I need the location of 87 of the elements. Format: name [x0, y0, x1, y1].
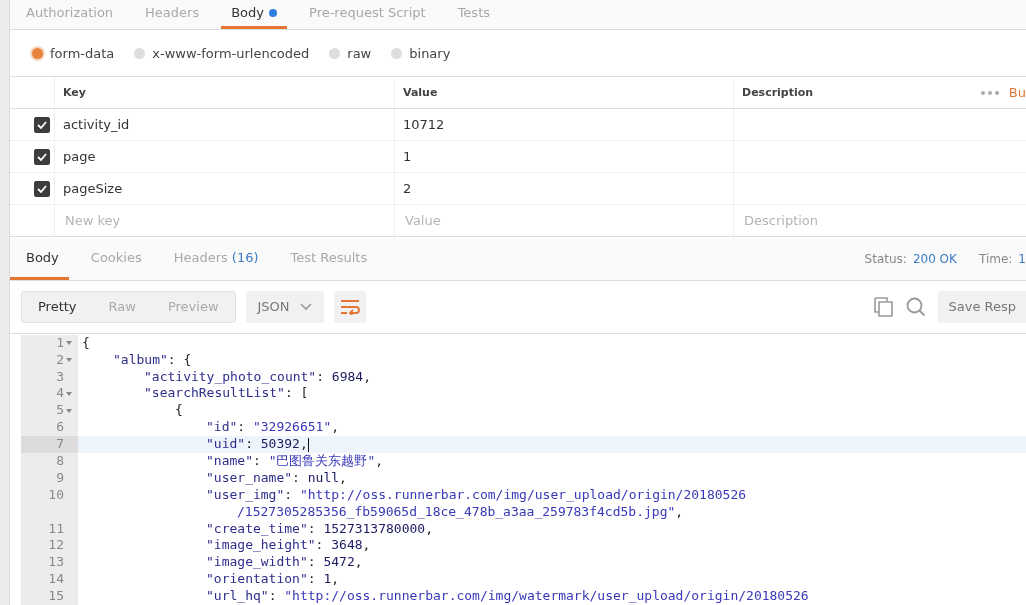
checkbox[interactable]	[34, 180, 50, 197]
line-number: 2	[56, 351, 64, 369]
param-value: 2	[403, 181, 412, 197]
line-number: 1	[56, 334, 64, 352]
param-key: pageSize	[63, 181, 123, 197]
checkbox[interactable]	[34, 148, 50, 165]
line-number: 3	[56, 368, 64, 386]
view-mode-button[interactable]: Pretty	[22, 291, 93, 322]
value-input[interactable]: Value	[403, 212, 704, 230]
radio-icon[interactable]	[134, 47, 146, 59]
fold-caret-icon[interactable]	[66, 391, 72, 396]
code-line: {	[81, 334, 90, 352]
radio-icon[interactable]	[32, 47, 43, 59]
code-line: "id": "32926651",	[205, 419, 340, 437]
request-tab[interactable]: Body	[221, 0, 287, 29]
code-line: "name": "巴图鲁关东越野",	[205, 453, 384, 470]
request-tab[interactable]: Authorization	[16, 0, 124, 29]
line-number: 12	[48, 537, 64, 555]
body-mode-radio[interactable]: form-data	[32, 45, 115, 61]
line-number: 11	[48, 520, 64, 538]
bulk-edit-link[interactable]: Bu	[1008, 85, 1026, 101]
line-number: 5	[56, 402, 64, 420]
code-line: "orientation": 1,	[205, 571, 340, 589]
param-value: 1	[403, 149, 412, 165]
view-mode-button[interactable]: Preview	[151, 291, 235, 322]
response-tab[interactable]: Test Results	[274, 238, 378, 281]
fold-caret-icon[interactable]	[66, 358, 72, 363]
description-input[interactable]: Description	[742, 212, 1002, 230]
request-tab[interactable]: Pre-request Script	[299, 0, 436, 29]
wrap-lines-button[interactable]	[333, 290, 366, 323]
body-mode-radio[interactable]: binary	[391, 45, 451, 61]
check-icon	[37, 152, 47, 161]
code-line: "url_hq": "http://oss.runnerbar.com/img/watermark/user_upload/origin/20180526	[205, 588, 809, 605]
line-number: 4	[56, 385, 64, 403]
body-mode-radio[interactable]: raw	[329, 45, 372, 61]
save-response-button[interactable]: Save Resp	[938, 290, 1026, 323]
column-header: Description	[742, 86, 814, 100]
response-tab[interactable]: Body	[10, 238, 69, 281]
code-line: {	[174, 402, 183, 420]
line-number: 8	[56, 453, 64, 470]
format-select[interactable]: JSON	[245, 290, 324, 323]
key-input[interactable]: New key	[63, 212, 365, 230]
request-tab[interactable]: Tests	[447, 0, 500, 29]
code-line: "album": {	[112, 351, 192, 369]
line-number: 7	[56, 436, 64, 453]
request-tab[interactable]: Headers	[135, 0, 210, 29]
text-cursor	[307, 437, 310, 452]
check-icon	[37, 120, 47, 129]
line-number: 6	[56, 419, 64, 437]
response-tab[interactable]: Cookies	[74, 238, 152, 281]
radio-icon[interactable]	[391, 47, 403, 59]
line-number: 9	[56, 469, 64, 487]
param-key: page	[63, 149, 96, 165]
code-line: "image_width": 5472,	[205, 554, 363, 572]
check-icon	[37, 184, 47, 193]
line-number: 15	[48, 588, 64, 605]
response-tab[interactable]: Headers (16)	[157, 238, 269, 281]
status-value: 200 OK	[912, 252, 957, 267]
fold-caret-icon[interactable]	[66, 341, 72, 346]
radio-icon[interactable]	[329, 47, 341, 59]
column-header: Value	[403, 86, 438, 100]
code-line: "activity_photo_count": 6984,	[143, 368, 371, 386]
wrap-lines-icon	[339, 298, 360, 315]
copy-icon[interactable]	[874, 296, 895, 317]
code-line: "create_time": 1527313780000,	[205, 520, 433, 538]
search-icon[interactable]	[906, 296, 927, 317]
code-line: /1527305285356_fb59065d_18ce_478b_a3aa_259783f4cd5b.jpg",	[236, 503, 684, 521]
time-value: 1	[1018, 252, 1026, 267]
code-line: "uid": 50392,	[205, 436, 310, 453]
status-label: Status:	[864, 252, 907, 267]
column-header: Key	[63, 86, 86, 100]
code-line: "user_name": null,	[205, 469, 347, 487]
more-icon[interactable]	[980, 90, 999, 95]
code-line: "user_img": "http://oss.runnerbar.com/img/user_upload/origin/20180526	[205, 486, 747, 504]
param-key: activity_id	[63, 117, 130, 133]
line-number: 10	[48, 486, 64, 504]
fold-caret-icon[interactable]	[66, 408, 72, 413]
time-label: Time:	[978, 252, 1013, 267]
chevron-down-icon	[299, 302, 312, 311]
body-mode-radio[interactable]: x-www-form-urlencoded	[134, 45, 310, 61]
view-mode-button[interactable]: Raw	[92, 291, 152, 322]
code-line: "image_height": 3648,	[205, 537, 371, 555]
line-number: 13	[48, 554, 64, 572]
code-line: "searchResultList": [	[143, 385, 309, 403]
param-value: 10712	[403, 117, 445, 133]
checkbox[interactable]	[34, 116, 50, 133]
line-number: 14	[48, 571, 64, 589]
